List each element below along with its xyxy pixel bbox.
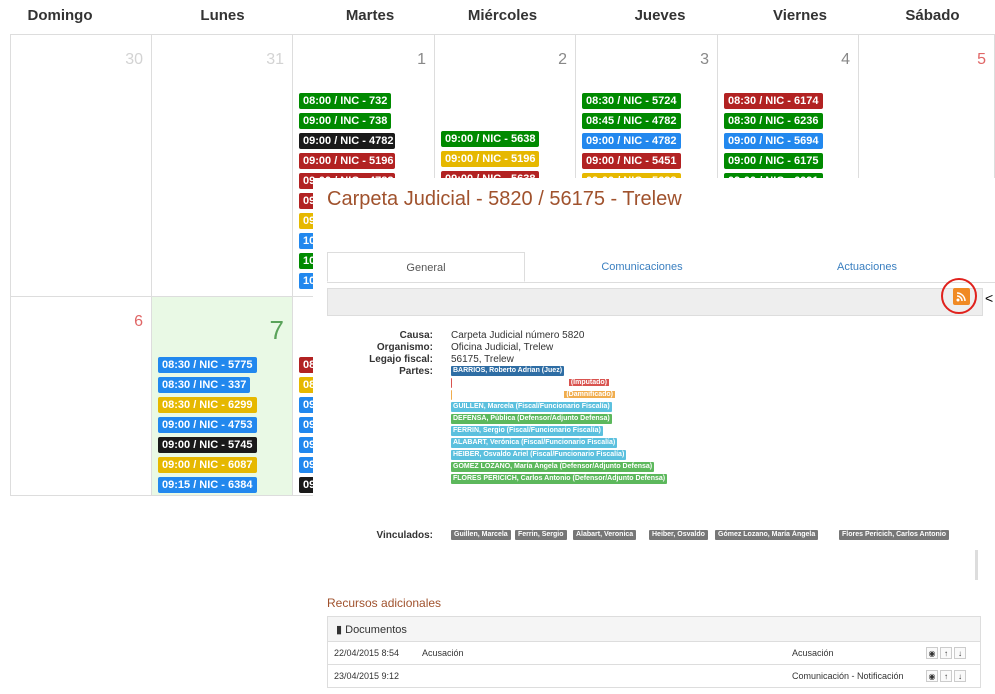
weekday-domingo: Domingo [27, 7, 93, 24]
calendar-event[interactable]: 09:00 / NIC - 6087 [158, 457, 257, 473]
day-cell-30[interactable]: 30 [10, 34, 152, 297]
party-badge-label: (Imputado) [568, 379, 609, 386]
vinculado-badge[interactable]: Ferrin, Sergio [515, 530, 567, 540]
day-number: 2 [558, 51, 567, 68]
calendar-event[interactable]: 09:00 / NIC - 5745 [158, 437, 257, 453]
calendar-event[interactable]: 09:00 / NIC - 4753 [158, 417, 257, 433]
view-icon[interactable]: ◉ [926, 647, 938, 659]
calendar-event[interactable]: 09:00 / NIC - 4782 [582, 133, 681, 149]
party-badge-label: (Damnificado) [564, 391, 615, 398]
calendar-event[interactable]: 08:30 / NIC - 6299 [158, 397, 257, 413]
legajo-value: 56175, Trelew [451, 354, 514, 365]
pointer-arrow-icon: < [985, 290, 994, 306]
recursos-title: Recursos adicionales [327, 596, 442, 610]
weekday-lunes: Lunes [200, 7, 245, 24]
calendar-event[interactable]: 09:00 / NIC - 5638 [441, 131, 539, 147]
vinculado-badge[interactable]: Flores Pericich, Carlos Antonio [839, 530, 949, 540]
scrollbar[interactable] [975, 550, 978, 580]
documents-header: ▮ Documentos [327, 616, 981, 642]
day-number: 6 [134, 313, 143, 330]
calendar-event[interactable]: 08:30 / NIC - 6236 [724, 113, 823, 129]
vinculado-badge[interactable]: Heiber, Osvaldo [649, 530, 708, 540]
party-badge: GUILLEN, Marcela (Fiscal/Funcionario Fis… [451, 402, 612, 412]
day-number: 30 [125, 51, 143, 68]
party-badge: FERRIN, Sergio (Fiscal/Funcionario Fisca… [451, 426, 603, 436]
party-badge: (Imputado) [451, 378, 611, 388]
download-icon[interactable]: ↓ [954, 647, 966, 659]
vinculado-badge[interactable]: Gómez Lozano, María Ángela [715, 530, 819, 540]
calendar-event[interactable]: 09:15 / NIC - 6384 [158, 477, 257, 493]
weekday-jueves: Jueves [634, 7, 686, 24]
calendar-event[interactable]: 08:30 / NIC - 5724 [582, 93, 681, 109]
tab-comunicaciones[interactable]: Comunicaciones [547, 252, 737, 282]
case-info: Causa: Carpeta Judicial número 5820 Orga… [313, 330, 995, 570]
day-number: 31 [266, 51, 284, 68]
weekday-miercoles: Miércoles [467, 7, 538, 24]
calendar-event[interactable]: 09:00 / INC - 738 [299, 113, 392, 129]
day-number: 4 [841, 51, 850, 68]
modal-toolbar [327, 288, 983, 316]
document-kind: Acusación [792, 648, 834, 658]
party-badge: DEFENSA, Pública (Defensor/Adjunto Defen… [451, 414, 612, 424]
weekday-sabado: Sábado [905, 7, 960, 24]
calendar-event[interactable]: 09:00 / NIC - 5196 [299, 153, 395, 169]
calendar-event[interactable]: 09:00 / NIC - 5196 [441, 151, 539, 167]
document-row[interactable]: 22/04/2015 8:54 Acusación Acusación ◉ ↑ ↓ [327, 642, 981, 665]
partes-label: Partes: [399, 366, 433, 377]
calendar-event[interactable]: 08:30 / NIC - 6174 [724, 93, 823, 109]
modal-title: Carpeta Judicial - 5820 / 56175 - Trelew [327, 188, 682, 210]
party-badge: BARRIOS, Roberto Adrian (Juez) [451, 366, 565, 376]
calendar-event[interactable]: 08:00 / INC - 732 [299, 93, 392, 109]
calendar-event[interactable]: 09:00 / NIC - 5694 [724, 133, 823, 149]
file-icon: ▮ [336, 624, 343, 636]
vinculados-label: Vinculados: [376, 530, 434, 541]
modal-tabs: General Comunicaciones Actuaciones [327, 252, 995, 283]
organismo-label: Organismo: [376, 342, 433, 353]
calendar-event[interactable]: 09:00 / NIC - 4782 [299, 133, 395, 149]
party-badge: FLORES PERICICH, Carlos Antonio (Defenso… [451, 474, 668, 484]
tab-actuaciones[interactable]: Actuaciones [767, 252, 967, 282]
day-number: 7 [269, 315, 284, 345]
calendar-event[interactable]: 09:00 / NIC - 6175 [724, 153, 823, 169]
document-title: Acusación [422, 648, 464, 658]
causa-value: Carpeta Judicial número 5820 [451, 330, 585, 341]
calendar-event[interactable]: 08:45 / NIC - 4782 [582, 113, 681, 129]
documents-table: ▮ Documentos 22/04/2015 8:54 Acusación Acu… [327, 616, 981, 688]
document-date: 22/04/2015 8:54 [334, 648, 400, 658]
document-date: 23/04/2015 9:12 [334, 671, 400, 681]
documents-label: Documentos [345, 624, 407, 636]
view-icon[interactable]: ◉ [926, 670, 938, 682]
causa-label: Causa: [399, 330, 433, 341]
organismo-value: Oficina Judicial, Trelew [451, 342, 554, 353]
vinculado-badge[interactable]: Guillen, Marcela [451, 530, 511, 540]
calendar-event[interactable]: 08:30 / INC - 337 [158, 377, 251, 393]
case-detail-modal: Carpeta Judicial - 5820 / 56175 - Trelew… [313, 178, 995, 694]
weekday-header: Domingo Lunes Martes Miércoles Jueves Vi… [0, 0, 995, 34]
party-badge: HEIBER, Osvaldo Ariel (Fiscal/Funcionari… [451, 450, 627, 460]
day-number: 5 [977, 51, 986, 68]
weekday-viernes: Viernes [773, 7, 827, 24]
rss-feed-button[interactable] [953, 288, 970, 305]
upload-icon[interactable]: ↑ [940, 670, 952, 682]
tab-general[interactable]: General [327, 252, 525, 282]
party-badge: GOMEZ LOZANO, María Ángela (Defensor/Adj… [451, 462, 655, 472]
day-number: 3 [700, 51, 709, 68]
day-cell-7-today[interactable]: 7 08:30 / NIC - 5775 08:30 / INC - 337 08:… [151, 296, 293, 496]
rss-icon [956, 292, 966, 302]
document-row[interactable]: 23/04/2015 9:12 Comunicación - Notificaci… [327, 665, 981, 688]
calendar-event[interactable]: 09:00 / NIC - 5451 [582, 153, 681, 169]
document-kind: Comunicación - Notificación [792, 671, 904, 681]
party-badge: (Damnificado) [451, 390, 617, 400]
calendar-event[interactable]: 08:30 / NIC - 5775 [158, 357, 257, 373]
party-badge: ALABART, Verónica (Fiscal/Funcionario Fi… [451, 438, 618, 448]
weekday-martes: Martes [345, 7, 395, 24]
download-icon[interactable]: ↓ [954, 670, 966, 682]
day-number: 1 [417, 51, 426, 68]
vinculado-badge[interactable]: Alabart, Veronica [573, 530, 637, 540]
upload-icon[interactable]: ↑ [940, 647, 952, 659]
day-cell-6[interactable]: 6 [10, 296, 152, 496]
legajo-label: Legajo fiscal: [369, 354, 433, 365]
day-cell-31[interactable]: 31 [151, 34, 293, 297]
